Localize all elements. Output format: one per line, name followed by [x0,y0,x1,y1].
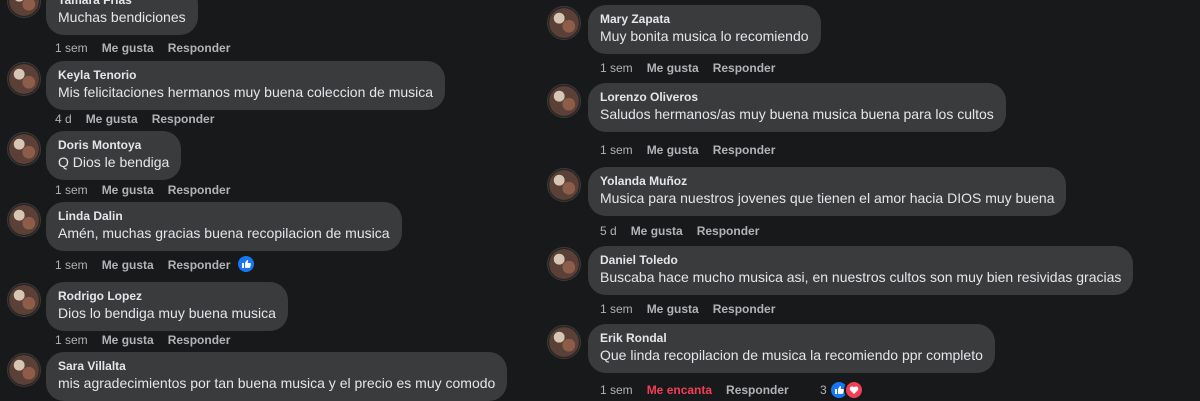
comment-actions: 1 sem Me gusta Responder [55,258,230,272]
comment-time[interactable]: 1 sem [55,258,88,272]
comment-author[interactable]: Yolanda Muñoz [600,174,1054,189]
comment-text: Muchas bendiciones [58,9,186,25]
comment-text: Mis felicitaciones hermanos muy buena co… [58,84,434,100]
avatar[interactable] [7,62,41,96]
reply-link[interactable]: Responder [168,183,231,197]
comment-text: Buscaba hace mucho musica asi, en nuestr… [600,269,1122,285]
reply-link[interactable]: Responder [726,383,789,397]
reply-link[interactable]: Responder [713,143,776,157]
comment-actions: 1 sem Me gusta Responder [55,333,230,347]
comment-actions: 1 sem Me gusta Responder [600,143,775,157]
comment-bubble: Mary Zapata Muy bonita musica lo recomie… [588,5,821,54]
avatar[interactable] [547,325,581,359]
avatar[interactable] [547,6,581,40]
like-link[interactable]: Me gusta [86,112,138,126]
like-link[interactable]: Me gusta [647,61,699,75]
comment-author[interactable]: Sara Villalta [58,359,495,374]
avatar[interactable] [7,203,41,237]
like-link[interactable]: Me gusta [631,224,683,238]
comment-text: mis agradecimientos por tan buena musica… [58,375,496,391]
left-comment-column: Tamara Frias Muchas bendiciones 1 sem Me… [0,0,535,401]
comment-bubble: Keyla Tenorio Mis felicitaciones hermano… [46,61,446,110]
like-icon [236,254,256,274]
comment-author[interactable]: Daniel Toledo [600,253,1121,268]
comment-actions: 1 sem Me gusta Responder [600,61,775,75]
comment-bubble: Sara Villalta mis agradecimientos por ta… [46,352,508,401]
comment-bubble: Tamara Frias Muchas bendiciones [46,0,198,35]
comment-actions: 1 sem Me gusta Responder [55,41,230,55]
reply-link[interactable]: Responder [152,112,215,126]
reply-link[interactable]: Responder [713,61,776,75]
comment-actions: 1 sem Me gusta Responder [55,183,230,197]
comment-text: Musica para nuestros jovenes que tienen … [600,190,1055,206]
comment-bubble: Linda Dalin Amén, muchas gracias buena r… [46,202,402,251]
comment-bubble: Yolanda Muñoz Musica para nuestros joven… [588,167,1067,216]
comment-author[interactable]: Rodrigo Lopez [58,289,276,304]
comment-actions: 1 sem Me gusta Responder [600,302,775,316]
reply-link[interactable]: Responder [168,41,231,55]
reply-link[interactable]: Responder [697,224,760,238]
avatar[interactable] [7,132,41,166]
avatar[interactable] [547,247,581,281]
comment-bubble: Daniel Toledo Buscaba hace mucho musica … [588,246,1134,295]
right-comment-column: Mary Zapata Muy bonita musica lo recomie… [540,0,1200,400]
reply-link[interactable]: Responder [168,333,231,347]
comment-text: Q Dios le bendiga [58,154,170,170]
comment-bubble: Rodrigo Lopez Dios lo bendiga muy buena … [46,282,288,331]
comment-bubble: Doris Montoya Q Dios le bendiga [46,131,182,180]
avatar[interactable] [547,84,581,118]
comment-bubble: Erik Rondal Que linda recopilacion de mu… [588,324,995,373]
like-link[interactable]: Me gusta [647,143,699,157]
reaction-summary[interactable]: 3 [820,380,864,400]
comment-author[interactable]: Erik Rondal [600,331,983,346]
comment-bubble: Lorenzo Oliveros Saludos hermanos/as muy… [588,83,1006,132]
comment-time[interactable]: 1 sem [600,383,633,397]
comment-actions: 4 d Me gusta Responder [55,112,214,126]
comment-author[interactable]: Mary Zapata [600,12,809,27]
love-reaction-link[interactable]: Me encanta [647,383,712,397]
comment-author[interactable]: Doris Montoya [58,138,169,153]
reply-link[interactable]: Responder [713,302,776,316]
comment-time[interactable]: 1 sem [600,302,633,316]
comment-actions: 5 d Me gusta Responder [600,224,759,238]
comment-text: Amén, muchas gracias buena recopilacion … [58,225,390,241]
comment-time[interactable]: 5 d [600,224,617,238]
comment-time[interactable]: 4 d [55,112,72,126]
avatar[interactable] [7,283,41,317]
comment-text: Muy bonita musica lo recomiendo [600,28,809,44]
comment-text: Saludos hermanos/as muy buena musica bue… [600,106,994,122]
reaction-summary[interactable] [236,254,256,274]
comment-time[interactable]: 1 sem [55,333,88,347]
avatar[interactable] [7,0,41,18]
like-link[interactable]: Me gusta [102,258,154,272]
comment-text: Que linda recopilacion de musica la reco… [600,347,983,363]
comment-actions: 1 sem Me encanta Responder [600,383,789,397]
like-link[interactable]: Me gusta [102,41,154,55]
reply-link[interactable]: Responder [168,258,231,272]
comment-author[interactable]: Tamara Frias [58,0,186,8]
heart-icon [843,380,864,400]
like-link[interactable]: Me gusta [647,302,699,316]
like-link[interactable]: Me gusta [102,183,154,197]
avatar[interactable] [547,168,581,202]
comment-text: Dios lo bendiga muy buena musica [58,305,276,321]
comment-time[interactable]: 1 sem [600,143,633,157]
reaction-count: 3 [820,383,827,397]
comment-time[interactable]: 1 sem [600,61,633,75]
comment-time[interactable]: 1 sem [55,41,88,55]
avatar[interactable] [7,353,41,387]
like-link[interactable]: Me gusta [102,333,154,347]
comment-author[interactable]: Keyla Tenorio [58,68,433,83]
comment-author[interactable]: Linda Dalin [58,209,390,224]
comment-time[interactable]: 1 sem [55,183,88,197]
comment-author[interactable]: Lorenzo Oliveros [600,90,994,105]
